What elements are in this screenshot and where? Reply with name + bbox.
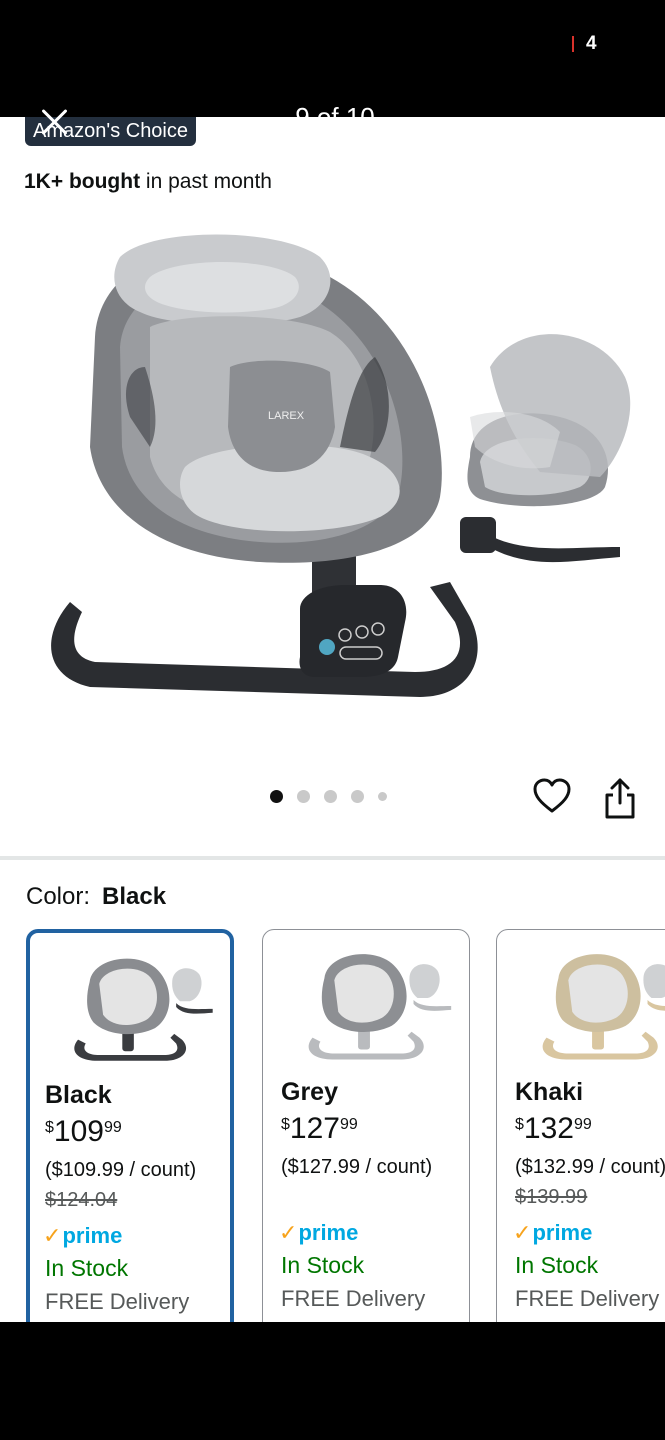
- brand-logo-text: LAREX: [268, 410, 305, 422]
- heart-icon[interactable]: [532, 777, 572, 817]
- carousel-dot[interactable]: [378, 792, 387, 801]
- color-variant-card-grey[interactable]: Grey $12799 ($127.99 / count) ✓ prime In Stoc…: [262, 929, 470, 1322]
- prime-badge: ✓ prime: [279, 1220, 358, 1246]
- top-bar: 4: [0, 0, 665, 117]
- prime-label: prime: [532, 1220, 593, 1245]
- section-divider: [0, 856, 665, 860]
- prime-badge: ✓ prime: [43, 1223, 122, 1249]
- price-symbol: $: [45, 1119, 54, 1136]
- carousel-dot[interactable]: [270, 790, 283, 803]
- unit-price: ($132.99 / count): [515, 1156, 665, 1178]
- variant-thumbnail: [74, 958, 213, 1061]
- price-whole: 132: [523, 1112, 574, 1145]
- price-symbol: $: [515, 1116, 524, 1133]
- prime-label: prime: [298, 1220, 359, 1245]
- baby-swing-main-image: LAREX: [51, 234, 478, 697]
- color-variant-card-khaki[interactable]: Khaki $13299 ($132.99 / count) $139.99 ✓ prim…: [496, 929, 665, 1322]
- close-icon[interactable]: [36, 104, 74, 142]
- baby-swing-canopy-image: [460, 334, 631, 563]
- stock-status: In Stock: [45, 1255, 129, 1281]
- variant-price: $10999: [45, 1115, 122, 1149]
- bought-count: 1K+ bought: [24, 170, 141, 193]
- variant-name: Khaki: [515, 1078, 584, 1106]
- variant-thumbnail: [542, 954, 665, 1060]
- price-whole: 127: [289, 1112, 340, 1145]
- product-detail: Amazon's Choice 1K+ bought in past month…: [0, 117, 665, 1322]
- color-selector-label: Color: Black: [26, 883, 166, 911]
- list-price: $139.99: [515, 1186, 588, 1208]
- delivery-info: FREE Delivery: [515, 1286, 660, 1311]
- price-fraction: 99: [573, 1116, 592, 1133]
- product-image[interactable]: LAREX: [0, 217, 665, 737]
- price-whole: 109: [53, 1115, 104, 1148]
- prime-check-icon: ✓: [279, 1220, 298, 1245]
- prime-label: prime: [62, 1223, 123, 1248]
- delivery-info: FREE Delivery: [45, 1289, 190, 1314]
- carousel-dot[interactable]: [297, 790, 310, 803]
- bottom-bar: [0, 1322, 665, 1440]
- bought-suffix: in past month: [140, 170, 272, 193]
- carousel-dot[interactable]: [351, 790, 364, 803]
- variant-name: Grey: [281, 1078, 338, 1106]
- color-label: Color:: [26, 883, 91, 910]
- variant-thumbnail: [308, 954, 452, 1060]
- stock-status: In Stock: [515, 1252, 599, 1278]
- prime-badge: ✓ prime: [513, 1220, 592, 1246]
- prime-check-icon: ✓: [513, 1220, 532, 1245]
- variant-price: $12799: [281, 1112, 358, 1146]
- price-fraction: 99: [339, 1116, 358, 1133]
- unit-price: ($109.99 / count): [45, 1159, 197, 1181]
- image-counter: 9 of 10: [270, 104, 400, 117]
- share-icon[interactable]: [602, 777, 638, 821]
- unit-price: ($127.99 / count): [281, 1156, 433, 1178]
- delivery-info: FREE Delivery: [281, 1286, 426, 1311]
- variant-price: $13299: [515, 1112, 592, 1146]
- color-variant-card-black[interactable]: Black $10999 ($109.99 / count) $124.04 ✓ prim…: [26, 929, 234, 1322]
- prime-check-icon: ✓: [43, 1223, 62, 1248]
- carousel-dots[interactable]: [270, 790, 387, 803]
- list-price: $124.04: [45, 1189, 118, 1211]
- price-symbol: $: [281, 1116, 290, 1133]
- stock-status: In Stock: [281, 1252, 365, 1278]
- carousel-dot[interactable]: [324, 790, 337, 803]
- price-fraction: 99: [103, 1119, 122, 1136]
- status-indicator: [572, 36, 574, 52]
- bought-in-past-month: 1K+ bought in past month: [24, 170, 272, 194]
- color-selected-value: Black: [102, 883, 167, 910]
- variant-name: Black: [45, 1081, 112, 1109]
- status-count: 4: [586, 33, 597, 54]
